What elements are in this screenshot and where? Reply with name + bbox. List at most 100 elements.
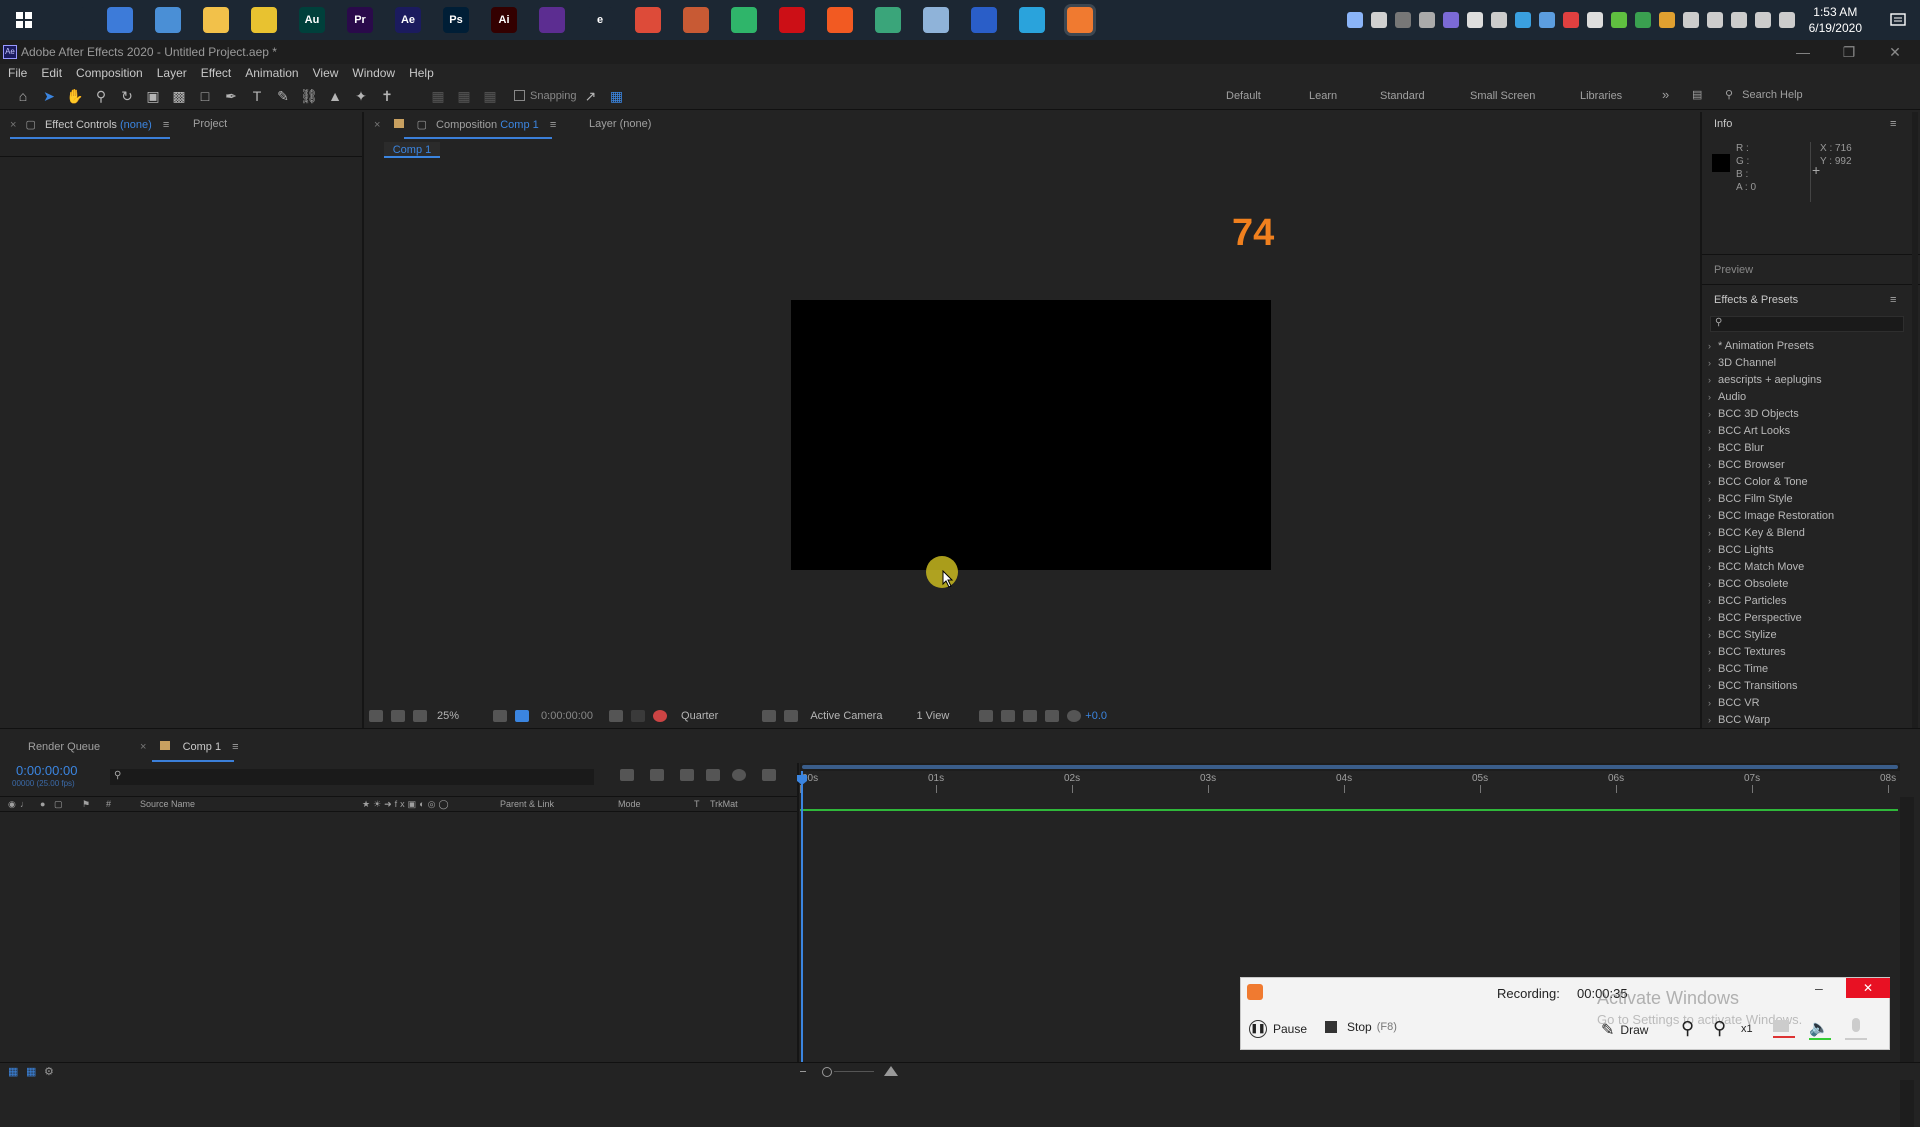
effects-category-item[interactable]: › 3D Channel — [1708, 355, 1908, 372]
panel-menu-icon[interactable]: ≡ — [1890, 294, 1896, 306]
chevron-right-icon[interactable]: › — [1708, 406, 1718, 423]
lock-icon[interactable]: ▢ — [417, 119, 427, 131]
workspace-small-screen[interactable]: Small Screen — [1470, 90, 1535, 102]
telegram-icon[interactable] — [1019, 7, 1045, 33]
current-time-indicator[interactable] — [801, 771, 803, 1067]
app-icon-1[interactable] — [107, 7, 133, 33]
brush-tool-icon[interactable]: ✎ — [274, 87, 292, 105]
effects-category-item[interactable]: › BCC Warp — [1708, 712, 1908, 729]
panel-menu-icon[interactable]: ≡ — [163, 119, 169, 131]
tray-volume-icon[interactable] — [1754, 12, 1771, 28]
hand-tool-icon[interactable]: ✋ — [66, 87, 84, 105]
toggle-transparency-icon[interactable] — [784, 710, 799, 722]
shy-layers-icon[interactable] — [680, 769, 694, 781]
chevron-right-icon[interactable]: › — [1708, 355, 1718, 372]
recorder-app-icon[interactable] — [1064, 4, 1096, 36]
preview-panel-title[interactable]: Preview — [1714, 264, 1753, 284]
chevron-right-icon[interactable]: › — [1708, 695, 1718, 712]
exposure-icon[interactable] — [1067, 710, 1082, 722]
render-queue-tab[interactable]: Render Queue — [28, 741, 100, 761]
menu-effect[interactable]: Effect — [201, 66, 231, 80]
chevron-right-icon[interactable]: › — [1708, 491, 1718, 508]
effects-category-item[interactable]: › BCC Color & Tone — [1708, 474, 1908, 491]
eraser-tool-icon[interactable]: ▲ — [326, 87, 344, 105]
trkmat-header[interactable]: TrkMat — [710, 799, 738, 809]
effect-controls-tab[interactable]: × ▢ Effect Controls (none) ≡ — [10, 118, 169, 138]
zoom-dropdown[interactable]: 25% — [437, 710, 459, 722]
menu-layer[interactable]: Layer — [157, 66, 187, 80]
tray-drop-icon[interactable] — [1586, 12, 1603, 28]
primary-viewer-icon[interactable] — [391, 710, 405, 722]
chevron-right-icon[interactable]: › — [1708, 576, 1718, 593]
color-channels-icon[interactable] — [653, 710, 668, 722]
panel-menu-icon[interactable]: ≡ — [232, 741, 238, 753]
tray-gear-icon[interactable] — [1706, 12, 1723, 28]
tray-capture-icon[interactable] — [1466, 12, 1483, 28]
chevron-right-icon[interactable]: › — [1708, 644, 1718, 661]
workspace-standard[interactable]: Standard — [1380, 90, 1425, 102]
zoom-out-icon[interactable] — [800, 1071, 806, 1072]
roto-brush-tool-icon[interactable]: ✦ — [352, 87, 370, 105]
mask-visibility-icon[interactable] — [413, 710, 427, 722]
effects-category-item[interactable]: › BCC Blur — [1708, 440, 1908, 457]
project-tab[interactable]: Project — [193, 118, 227, 138]
clone-stamp-tool-icon[interactable]: ⛓ — [300, 87, 318, 105]
home-icon[interactable]: ⌂ — [14, 87, 32, 105]
menu-animation[interactable]: Animation — [245, 66, 298, 80]
parent-link-header[interactable]: Parent & Link — [500, 799, 554, 809]
effects-category-item[interactable]: › BCC 3D Objects — [1708, 406, 1908, 423]
zoom-out-icon[interactable]: ⚲ — [1713, 1018, 1726, 1039]
menu-composition[interactable]: Composition — [76, 66, 143, 80]
effects-category-item[interactable]: › BCC Time — [1708, 661, 1908, 678]
search-help-field[interactable]: ⚲ Search Help — [1725, 88, 1915, 104]
visual-studio-icon[interactable] — [539, 7, 565, 33]
timeline-splitter[interactable] — [797, 763, 799, 1067]
effects-category-item[interactable]: › aescripts + aeplugins — [1708, 372, 1908, 389]
comp-breadcrumb[interactable]: Comp 1 — [384, 142, 440, 158]
view-layout-dropdown[interactable]: 1 View — [916, 710, 949, 722]
toggle-pixel-aspect-icon[interactable] — [979, 710, 994, 722]
graph-editor-icon[interactable] — [762, 769, 776, 781]
chevron-right-icon[interactable]: › — [1708, 338, 1718, 355]
axis-view-icon[interactable]: ▦ — [481, 87, 499, 105]
chrome-icon[interactable] — [635, 7, 661, 33]
effects-category-item[interactable]: › BCC Film Style — [1708, 491, 1908, 508]
chevron-right-icon[interactable]: › — [1708, 423, 1718, 440]
work-area-range[interactable] — [802, 765, 1898, 769]
restore-button[interactable]: ❐ — [1826, 40, 1872, 64]
viewer-timecode[interactable]: 0:00:00:00 — [541, 710, 593, 722]
mode-header[interactable]: Mode — [618, 799, 641, 809]
tray-cloud-icon[interactable] — [1538, 12, 1555, 28]
motion-blur-icon[interactable] — [732, 769, 746, 781]
chevron-right-icon[interactable]: › — [1708, 678, 1718, 695]
effects-category-item[interactable]: › BCC Stylize — [1708, 627, 1908, 644]
comp-mini-flowchart-icon[interactable] — [620, 769, 634, 781]
exposure-value[interactable]: +0.0 — [1085, 710, 1107, 722]
work-area-bar[interactable] — [800, 763, 1900, 771]
menu-file[interactable]: File — [8, 66, 27, 80]
workspace-libraries[interactable]: Libraries — [1580, 90, 1622, 102]
effects-category-item[interactable]: › Audio — [1708, 389, 1908, 406]
chevron-right-icon[interactable]: › — [1708, 627, 1718, 644]
tray-shield-icon[interactable] — [1346, 12, 1363, 28]
right-scrollbar[interactable] — [1912, 112, 1918, 728]
snapshot-icon[interactable] — [609, 710, 624, 722]
audition-icon[interactable]: Au — [299, 7, 325, 33]
region-of-interest-icon[interactable] — [493, 710, 508, 722]
task-view-icon[interactable] — [59, 7, 85, 33]
label-tag-icon[interactable]: ⚑ — [82, 799, 90, 810]
composition-canvas[interactable] — [791, 300, 1271, 570]
pen-tool-icon[interactable]: ✒ — [222, 87, 240, 105]
effects-category-item[interactable]: › BCC Lights — [1708, 542, 1908, 559]
menu-help[interactable]: Help — [409, 66, 434, 80]
reset-exposure-icon[interactable] — [1023, 710, 1038, 722]
lock-icon[interactable]: ▢ — [54, 799, 63, 810]
chevron-right-icon[interactable]: › — [1708, 508, 1718, 525]
opera-icon[interactable] — [779, 7, 805, 33]
panel-menu-icon[interactable]: ≡ — [1890, 118, 1896, 130]
speaker-icon[interactable]: 🔈 — [1809, 1018, 1831, 1040]
lock-icon[interactable]: ▢ — [26, 119, 36, 131]
chevron-right-icon[interactable]: › — [1708, 389, 1718, 406]
tray-pin-icon[interactable] — [1418, 12, 1435, 28]
zoom-slider-track[interactable] — [834, 1071, 874, 1072]
